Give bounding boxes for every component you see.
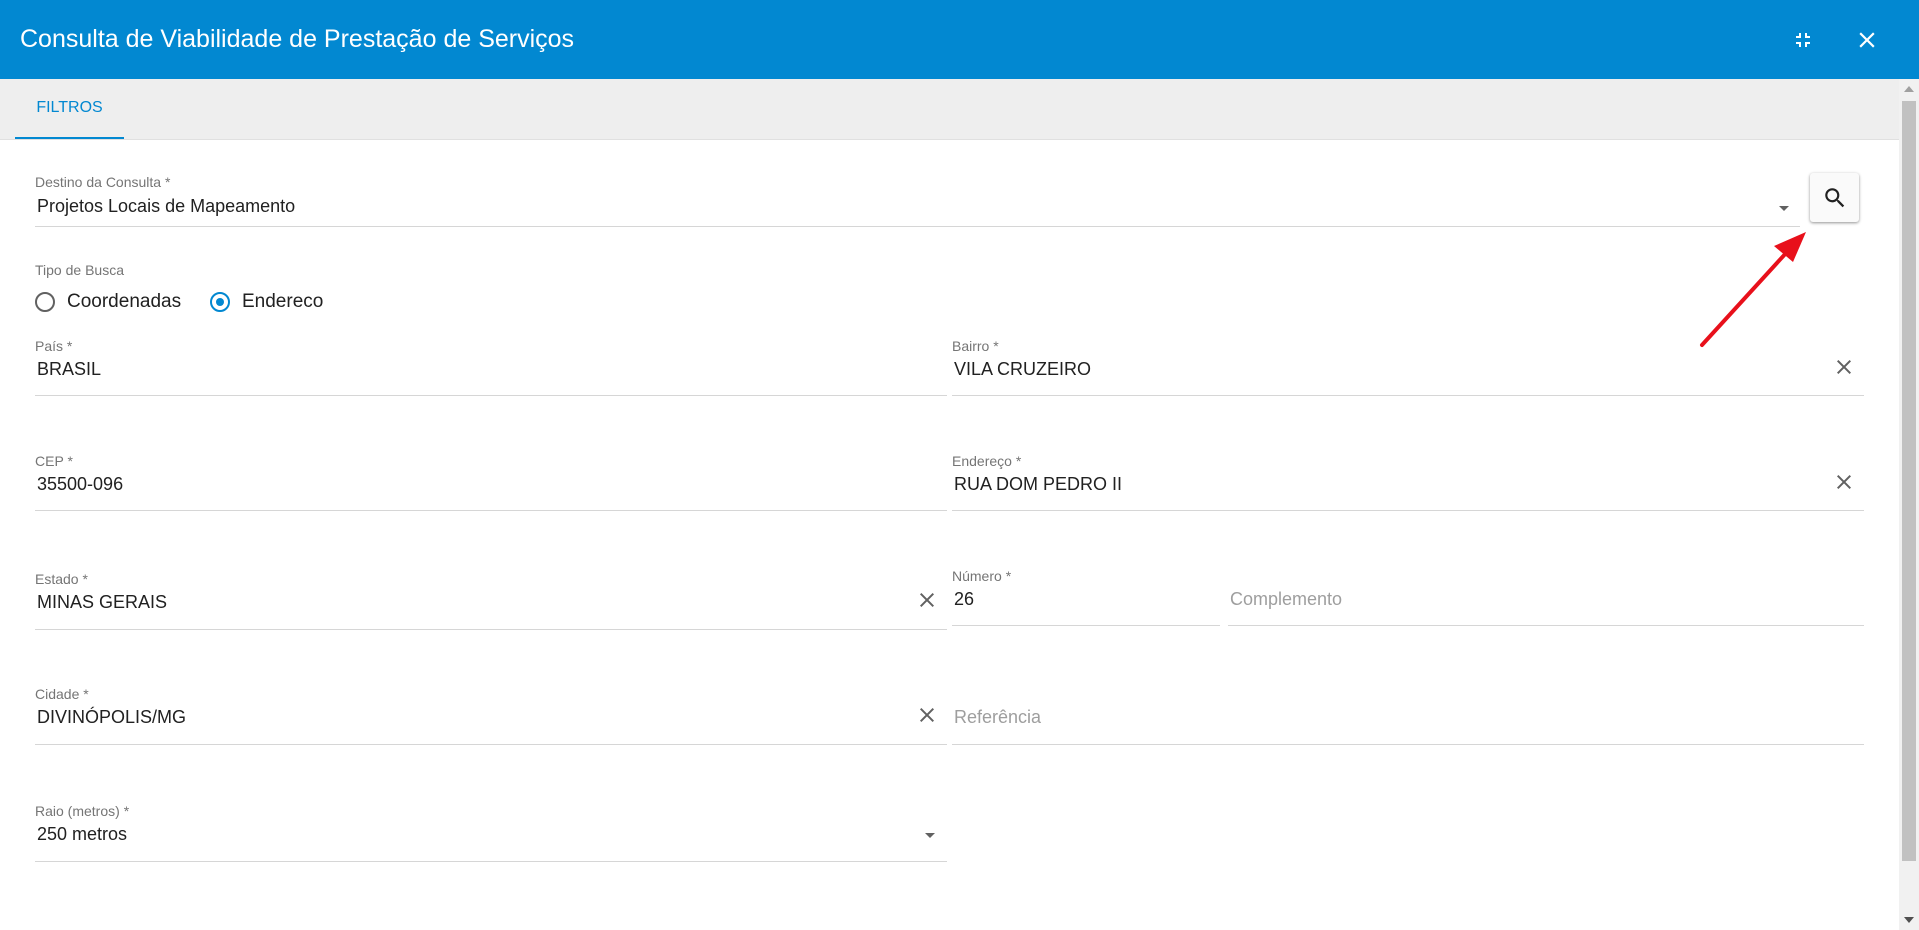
pais-value: BRASIL xyxy=(37,359,102,379)
cidade-underline xyxy=(35,744,947,745)
required-mark: * xyxy=(1005,568,1012,584)
estado-label: Estado xyxy=(35,571,79,587)
clear-icon[interactable] xyxy=(915,588,939,612)
referencia-placeholder: Referência xyxy=(954,707,1042,727)
complemento-placeholder: Complemento xyxy=(1230,589,1343,609)
numero-underline xyxy=(952,625,1220,626)
bairro-value: VILA CRUZEIRO xyxy=(954,359,1092,379)
radio-endereco[interactable]: Endereco xyxy=(210,287,323,317)
cep-label: CEP xyxy=(35,453,64,469)
radio-coordenadas-label: Coordenadas xyxy=(67,291,182,312)
scrollbar[interactable] xyxy=(1899,79,1919,930)
chevron-down-icon[interactable] xyxy=(925,833,935,838)
referencia-field[interactable]: Referência xyxy=(952,686,1864,746)
tab-filtros[interactable]: FILTROS xyxy=(15,79,124,139)
numero-label: Número xyxy=(952,568,1002,584)
destino-label: Destino da Consulta xyxy=(35,174,162,190)
raio-underline xyxy=(35,861,947,862)
numero-field[interactable]: Número * 26 xyxy=(952,568,1220,628)
estado-value: MINAS GERAIS xyxy=(37,592,168,612)
pais-label: País xyxy=(35,338,64,354)
cidade-value: DIVINÓPOLIS/MG xyxy=(37,707,187,727)
radio-endereco-label: Endereco xyxy=(242,291,324,312)
form-content: Destino da Consulta * Projetos Locais de… xyxy=(0,140,1899,930)
clear-icon[interactable] xyxy=(1832,470,1856,494)
pais-field[interactable]: País * BRASIL xyxy=(35,338,947,398)
radio-checked-icon xyxy=(210,292,230,312)
estado-field[interactable]: Estado * MINAS GERAIS xyxy=(35,571,947,631)
required-mark: * xyxy=(164,174,171,190)
required-mark: * xyxy=(123,803,130,819)
required-mark: * xyxy=(993,338,999,354)
endereco-field[interactable]: Endereço * RUA DOM PEDRO II xyxy=(952,453,1864,513)
radio-coordenadas[interactable]: Coordenadas xyxy=(35,287,181,317)
fullscreen-exit-button[interactable] xyxy=(1783,20,1823,60)
tab-bar: FILTROS xyxy=(0,79,1899,140)
referencia-underline xyxy=(952,744,1864,745)
raio-value: 250 metros xyxy=(37,824,128,844)
numero-value: 26 xyxy=(954,589,975,609)
estado-underline xyxy=(35,629,947,630)
destino-select[interactable]: Destino da Consulta * Projetos Locais de… xyxy=(35,174,1800,234)
tipo-busca-label: Tipo de Busca xyxy=(35,262,124,278)
endereco-value: RUA DOM PEDRO II xyxy=(954,474,1123,494)
required-mark: * xyxy=(82,571,88,587)
cep-field[interactable]: CEP * 35500-096 xyxy=(35,453,947,513)
search-button[interactable] xyxy=(1810,173,1859,222)
pais-underline xyxy=(35,395,947,396)
radio-unchecked-icon xyxy=(35,292,55,312)
raio-label: Raio (metros) xyxy=(35,803,120,819)
cep-underline xyxy=(35,510,947,511)
close-icon xyxy=(1859,32,1875,48)
scroll-down-arrow-icon[interactable] xyxy=(1904,917,1914,923)
required-mark: * xyxy=(66,338,73,354)
raio-select[interactable]: Raio (metros) * 250 metros xyxy=(35,803,947,863)
bairro-field[interactable]: Bairro * VILA CRUZEIRO xyxy=(952,338,1864,398)
scroll-up-arrow-icon[interactable] xyxy=(1904,86,1914,92)
complemento-underline xyxy=(1228,625,1864,626)
scrollbar-thumb[interactable] xyxy=(1902,101,1916,861)
bairro-label: Bairro xyxy=(952,338,990,354)
clear-icon[interactable] xyxy=(915,703,939,727)
search-icon xyxy=(1824,187,1844,207)
close-button[interactable] xyxy=(1847,20,1887,60)
endereco-underline xyxy=(952,510,1864,511)
dialog-title: Consulta de Viabilidade de Prestação de … xyxy=(20,25,575,53)
chevron-down-icon[interactable] xyxy=(1779,206,1789,211)
cep-value: 35500-096 xyxy=(37,474,124,494)
cidade-field[interactable]: Cidade * DIVINÓPOLIS/MG xyxy=(35,686,947,746)
required-mark: * xyxy=(1015,453,1022,469)
bairro-underline xyxy=(952,395,1864,396)
fullscreen-exit-icon xyxy=(1796,33,1810,47)
destino-value: Projetos Locais de Mapeamento xyxy=(37,196,296,216)
cidade-label: Cidade xyxy=(35,686,80,702)
complemento-field[interactable]: Complemento xyxy=(1228,568,1864,628)
clear-icon[interactable] xyxy=(1832,355,1856,379)
destino-underline xyxy=(35,226,1800,227)
endereco-label: Endereço xyxy=(952,453,1012,469)
required-mark: * xyxy=(67,453,73,469)
dialog-header: Consulta de Viabilidade de Prestação de … xyxy=(0,0,1919,79)
required-mark: * xyxy=(83,686,89,702)
